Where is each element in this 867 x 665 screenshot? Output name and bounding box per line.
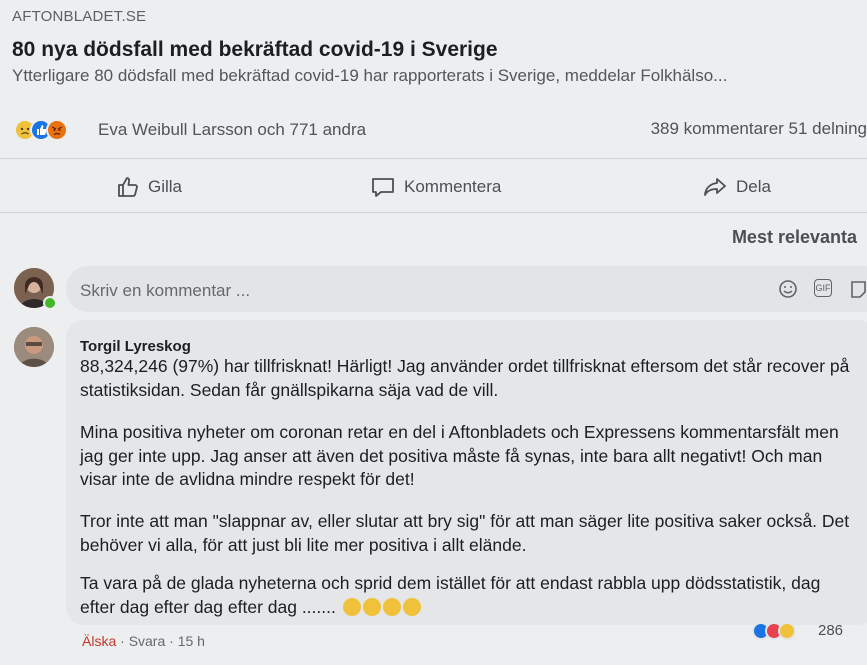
comment-paragraph-text: Ta vara på de glada nyheterna och sprid … (80, 573, 821, 617)
share-button-label: Dela (736, 177, 771, 196)
comment-paragraph: 88,324,246 (97%) har tillfrisknat! Härli… (80, 356, 850, 400)
gif-icon[interactable]: GIF (814, 279, 832, 297)
reaction-summary[interactable]: Eva Weibull Larsson och 771 andra (98, 120, 366, 140)
like-button[interactable]: Gilla (116, 173, 182, 201)
share-button[interactable]: Dela (702, 173, 771, 201)
comment-share-stats[interactable]: 389 kommentarer 51 delning (651, 119, 867, 139)
comment-author[interactable]: Torgil Lyreskog (80, 338, 191, 355)
online-indicator (43, 296, 57, 310)
comment-paragraph: Tror inte att man "slappnar av, eller sl… (80, 511, 850, 555)
link-description[interactable]: Ytterligare 80 dödsfall med bekräftad co… (12, 66, 727, 86)
link-source[interactable]: AFTONBLADET.SE (12, 8, 146, 25)
divider (0, 212, 867, 213)
comment-paragraph: Mina positiva nyheter om coronan retar e… (80, 422, 839, 489)
comment-input-placeholder: Skriv en kommentar ... (80, 281, 251, 300)
separator: · (120, 633, 129, 649)
comment-button-label: Kommentera (404, 177, 502, 196)
comment-button[interactable]: Kommentera (370, 173, 501, 201)
comment-sort-dropdown[interactable]: Mest relevanta (732, 227, 857, 248)
link-title[interactable]: 80 nya dödsfall med bekräftad covid-19 i… (12, 38, 498, 62)
comment-time[interactable]: 15 h (178, 633, 205, 649)
comment-paragraph: Ta vara på de glada nyheterna och sprid … (80, 572, 860, 619)
commenter-avatar[interactable] (14, 327, 54, 367)
like-button-label: Gilla (148, 177, 183, 196)
angry-icon (46, 119, 68, 141)
comment-reactions[interactable] (752, 622, 796, 640)
laughing-emoji-icon (342, 597, 361, 616)
love-link[interactable]: Älska (82, 633, 116, 649)
comment-reaction-count[interactable]: 286 (818, 622, 843, 639)
speech-bubble-icon (372, 178, 394, 197)
laugh-icon (778, 622, 796, 640)
laughing-emoji-icon (382, 597, 401, 616)
comment-footer: Älska · Svara · 15 h (82, 633, 205, 649)
thumbs-up-icon (118, 177, 138, 197)
separator: · (169, 633, 178, 649)
sticker-icon[interactable] (850, 279, 867, 304)
emoji-icon[interactable] (778, 279, 798, 304)
reply-link[interactable]: Svara (129, 633, 166, 649)
divider (0, 158, 867, 159)
laughing-emoji-icon (362, 597, 381, 616)
share-arrow-icon (704, 178, 726, 196)
reaction-icons[interactable] (14, 118, 68, 142)
laughing-emoji-icon (402, 597, 421, 616)
